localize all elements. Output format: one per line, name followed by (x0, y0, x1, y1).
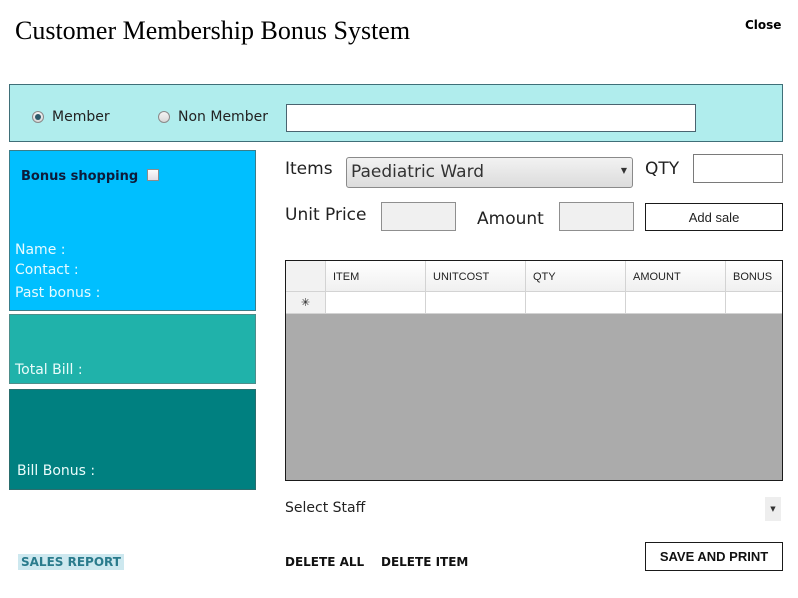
save-and-print-button[interactable]: SAVE AND PRINT (645, 542, 783, 571)
column-header-bonus[interactable]: BONUS (726, 261, 782, 292)
column-header-unitcost[interactable]: UNITCOST (426, 261, 526, 292)
member-radio-option[interactable]: Member (32, 109, 110, 125)
amount-input[interactable] (559, 202, 634, 231)
unit-price-input[interactable] (381, 202, 456, 231)
sales-report-link[interactable]: SALES REPORT (18, 554, 124, 570)
grid-new-row[interactable]: ✳ (286, 292, 782, 314)
column-header-qty[interactable]: QTY (526, 261, 626, 292)
contact-label: Contact : (15, 262, 79, 278)
new-row-bonus-cell[interactable] (726, 292, 782, 314)
total-bill-label: Total Bill : (15, 362, 83, 378)
new-row-qty-cell[interactable] (526, 292, 626, 314)
non-member-radio[interactable] (158, 111, 170, 123)
qty-input[interactable] (693, 154, 783, 183)
column-header-item[interactable]: ITEM (326, 261, 426, 292)
non-member-radio-label: Non Member (178, 109, 268, 125)
member-type-bar: Member Non Member (9, 84, 783, 142)
new-row-unitcost-cell[interactable] (426, 292, 526, 314)
customer-info-panel: Bonus shopping Name : Contact : Past bon… (9, 150, 256, 311)
new-row-asterisk-icon: ✳ (286, 292, 326, 314)
bonus-shopping-label: Bonus shopping (21, 169, 139, 184)
grid-header-row: ITEM UNITCOST QTY AMOUNT BONUS (286, 261, 782, 292)
new-row-amount-cell[interactable] (626, 292, 726, 314)
member-radio[interactable] (32, 111, 44, 123)
member-radio-label: Member (52, 109, 110, 125)
chevron-down-icon: ▼ (770, 505, 776, 513)
bonus-shopping-checkbox[interactable] (147, 169, 159, 181)
sales-grid[interactable]: ITEM UNITCOST QTY AMOUNT BONUS ✳ (285, 260, 783, 481)
items-dropdown[interactable]: Paediatric Ward ▼ (346, 157, 633, 188)
non-member-radio-option[interactable]: Non Member (158, 109, 268, 125)
items-label: Items (285, 159, 333, 179)
staff-dropdown-arrow[interactable]: ▼ (765, 497, 781, 521)
amount-label: Amount (477, 209, 544, 229)
past-bonus-label: Past bonus : (15, 285, 101, 301)
select-staff-label[interactable]: Select Staff (285, 500, 365, 516)
bill-bonus-label: Bill Bonus : (17, 463, 96, 479)
grid-corner-cell[interactable] (286, 261, 326, 292)
page-title: Customer Membership Bonus System (15, 16, 411, 45)
add-sale-button[interactable]: Add sale (645, 203, 783, 231)
column-header-amount[interactable]: AMOUNT (626, 261, 726, 292)
qty-label: QTY (645, 159, 680, 179)
member-search-input[interactable] (286, 104, 696, 132)
bill-bonus-panel: Bill Bonus : (9, 389, 256, 490)
name-label: Name : (15, 242, 66, 258)
new-row-item-cell[interactable] (326, 292, 426, 314)
unit-price-label: Unit Price (285, 205, 367, 225)
items-selected-value: Paediatric Ward (351, 162, 485, 182)
delete-all-button[interactable]: DELETE ALL (285, 555, 364, 569)
delete-item-button[interactable]: DELETE ITEM (381, 555, 468, 569)
close-button[interactable]: Close (745, 18, 781, 32)
total-bill-panel: Total Bill : (9, 314, 256, 384)
chevron-down-icon: ▼ (620, 166, 627, 175)
